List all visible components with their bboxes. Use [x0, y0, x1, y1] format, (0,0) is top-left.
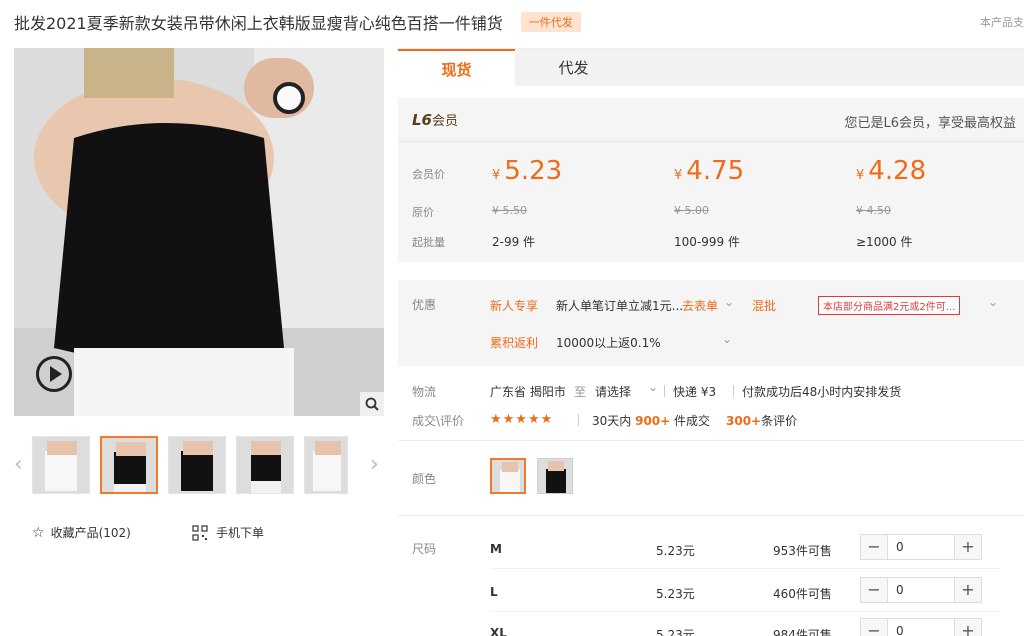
promo-label: 优惠: [412, 298, 437, 312]
divider: [490, 611, 1000, 612]
size-row: M 5.23元 953件可售 − 0 +: [490, 530, 1024, 570]
quantity-stepper: − 0 +: [860, 534, 982, 560]
tab-dropship[interactable]: 代发: [515, 49, 632, 87]
divider: [733, 385, 734, 397]
rating-stars: ★★★★★: [490, 412, 554, 427]
member-header: L6会员 您已是L6会员，享受最高权益: [398, 98, 1024, 142]
quantity-stepper: − 0 +: [860, 618, 982, 636]
size-name: L: [490, 585, 498, 599]
member-price-label: 会员价: [412, 168, 445, 181]
divider: [490, 568, 1000, 569]
quantity-input[interactable]: 0: [887, 535, 955, 559]
chevron-down-icon[interactable]: ⌄: [722, 332, 732, 346]
size-stock: 984件可售: [773, 628, 832, 636]
size-price: 5.23元: [656, 544, 695, 558]
ship-note: 付款成功后48小时内安排发货: [742, 385, 902, 399]
rebate-text: 10000以上返0.1%: [556, 336, 661, 350]
size-name: XL: [490, 626, 507, 636]
increment-button[interactable]: +: [955, 578, 981, 602]
qr-code-icon: [192, 524, 208, 541]
chevron-down-icon[interactable]: ⌄: [724, 295, 734, 309]
deal-summary: 30天内 900+ 件成交: [592, 414, 711, 428]
review-link[interactable]: 300+条评价: [726, 412, 797, 429]
price-tier-1: ¥5.23: [492, 156, 563, 186]
product-title: 批发2021夏季新款女装吊带休闲上衣韩版显瘦背心纯色百搭一件铺货: [14, 14, 503, 33]
member-status: 您已是L6会员，享受最高权益: [844, 116, 1016, 131]
quantity-input[interactable]: 0: [887, 578, 955, 602]
size-row: L 5.23元 460件可售 − 0 +: [490, 573, 1024, 613]
color-label: 颜色: [412, 472, 437, 486]
dropship-tag: 一件代发: [520, 12, 581, 32]
favorite-label: 收藏产品(102): [50, 526, 131, 540]
favorite-button[interactable]: ☆ 收藏产品(102): [32, 524, 131, 541]
increment-button[interactable]: +: [955, 619, 981, 636]
play-video-button[interactable]: [36, 356, 72, 392]
thumbnail-2[interactable]: [100, 436, 158, 494]
divider: [398, 440, 1024, 441]
tab-in-stock[interactable]: 现货: [398, 49, 515, 87]
color-option-black[interactable]: [537, 458, 573, 494]
zoom-icon[interactable]: [360, 392, 384, 416]
product-photo: [14, 48, 384, 416]
new-user-text: 新人单笔订单立减1元...: [556, 299, 684, 313]
orig-price-3: ¥ 4.50: [856, 204, 891, 217]
thumbnail-1[interactable]: [32, 436, 90, 494]
orig-price-1: ¥ 5.50: [492, 204, 527, 217]
price-tier-2: ¥4.75: [674, 156, 745, 186]
orig-price-2: ¥ 5.00: [674, 204, 709, 217]
increment-button[interactable]: +: [955, 535, 981, 559]
deals-label: 成交\评价: [412, 414, 465, 428]
thumbnail-4[interactable]: [236, 436, 294, 494]
rebate-tag: 累积返利: [490, 336, 539, 350]
ship-to-label: 至: [574, 385, 587, 399]
member-logo: L6会员: [412, 111, 459, 129]
go-order-link[interactable]: 去表单: [682, 297, 718, 314]
size-stock: 953件可售: [773, 544, 832, 558]
price-tier-3: ¥4.28: [856, 156, 927, 186]
decrement-button[interactable]: −: [861, 578, 887, 602]
mobile-order-label: 手机下单: [216, 526, 265, 540]
chevron-right-icon[interactable]: ›: [370, 452, 379, 477]
color-option-white[interactable]: [490, 458, 526, 494]
size-row: XL 5.23元 984件可售 − 0 +: [490, 614, 1024, 636]
divider: [398, 515, 1024, 516]
decrement-button[interactable]: −: [861, 535, 887, 559]
min-qty-label: 起批量: [412, 236, 445, 249]
size-stock: 460件可售: [773, 587, 832, 601]
thumbnail-3[interactable]: [168, 436, 226, 494]
qty-range-2: 100-999 件: [674, 235, 740, 249]
size-price: 5.23元: [656, 587, 695, 601]
destination-select[interactable]: 请选择: [595, 383, 631, 400]
star-outline-icon: ☆: [32, 524, 45, 541]
member-price-panel: L6会员 您已是L6会员，享受最高权益 会员价 原价 起批量 ¥5.23 ¥ 5…: [398, 98, 1024, 262]
quantity-stepper: − 0 +: [860, 577, 982, 603]
original-price-label: 原价: [412, 206, 434, 219]
ship-from: 广东省 揭阳市: [490, 385, 566, 399]
shop-coupon[interactable]: 本店部分商品满2元或2件可...: [818, 296, 961, 315]
mixed-batch-tag: 混批: [752, 299, 777, 313]
thumbnail-5[interactable]: [304, 436, 348, 494]
thumbnail-strip: ‹ ›: [14, 434, 384, 496]
quantity-input[interactable]: 0: [887, 619, 955, 636]
promotion-panel: 优惠 新人专享 新人单笔订单立减1元... 去表单 ⌄ 混批 本店部分商品满2元…: [398, 280, 1024, 366]
order-tabs: 现货 代发: [398, 48, 1024, 87]
main-product-image[interactable]: [14, 48, 384, 416]
qty-range-3: ≥1000 件: [856, 235, 913, 249]
mobile-order-button[interactable]: 手机下单: [192, 524, 264, 541]
express-fee: 快递 ¥3: [673, 385, 717, 399]
chevron-left-icon[interactable]: ‹: [14, 452, 23, 477]
qty-range-1: 2-99 件: [492, 235, 536, 249]
chevron-down-icon[interactable]: ⌄: [988, 295, 998, 309]
size-label: 尺码: [412, 542, 437, 556]
chevron-down-icon[interactable]: ⌄: [648, 380, 658, 394]
logistics-label: 物流: [412, 385, 437, 399]
right-note: 本产品支: [980, 16, 1024, 29]
new-user-tag: 新人专享: [490, 299, 539, 313]
size-name: M: [490, 542, 502, 556]
size-price: 5.23元: [656, 628, 695, 636]
divider: [664, 385, 665, 397]
title-row: 批发2021夏季新款女装吊带休闲上衣韩版显瘦背心纯色百搭一件铺货 一件代发 本产…: [14, 8, 1024, 36]
divider: [578, 414, 579, 426]
decrement-button[interactable]: −: [861, 619, 887, 636]
